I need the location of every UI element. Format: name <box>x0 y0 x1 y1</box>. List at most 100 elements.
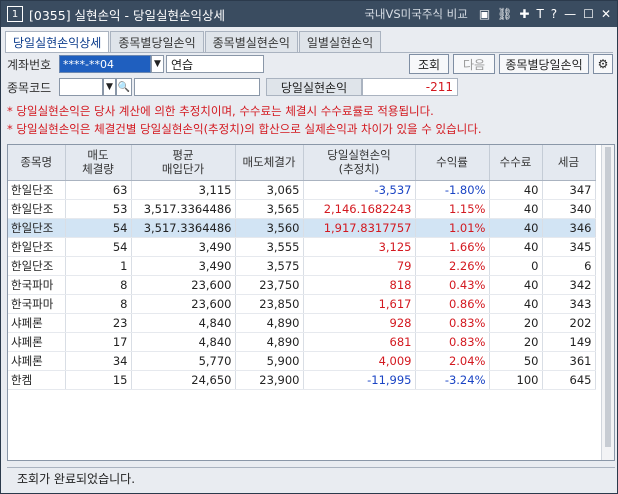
table-row[interactable]: 한일단조 53 3,517.3364486 3,565 2,146.1682243 1.1… <box>8 199 596 219</box>
column-header-avg-price[interactable]: 평균 매입단가 <box>131 145 236 181</box>
cell-avg: 24,650 <box>131 370 236 390</box>
cell-pnl: 3,125 <box>303 237 416 257</box>
cell-sell: 3,575 <box>235 256 304 276</box>
cell-rate: 0.86% <box>415 294 490 314</box>
cell-sell: 23,750 <box>235 275 304 295</box>
tab-daily-by-stock[interactable]: 종목별당일손익 <box>110 31 204 52</box>
cell-tax: 149 <box>542 332 596 352</box>
tab-daily-realized[interactable]: 일별실현손익 <box>298 31 382 52</box>
cell-fee: 40 <box>489 218 543 238</box>
table-row[interactable]: 한일단조 63 3,115 3,065 -3,537 -1.80% 40 347 <box>8 180 596 200</box>
cell-tax: 342 <box>542 275 596 295</box>
cell-sell: 5,900 <box>235 351 304 371</box>
notice-text: * 당일실현손익은 당사 계산에 의한 추정치이며, 수수료는 체결시 수수료률… <box>7 102 481 138</box>
table-header-row: 종목명 매도 체결량 평균 매입단가 매도체결가 당일실현손익 (추정치) 수익률 수… <box>8 145 596 181</box>
next-button[interactable]: 다음 <box>453 54 495 74</box>
column-header-tax[interactable]: 세금 <box>542 145 596 181</box>
help-icon[interactable]: ? <box>551 8 557 20</box>
cell-tax: 6 <box>542 256 596 276</box>
cell-rate: 0.43% <box>415 275 490 295</box>
cell-fee: 0 <box>489 256 543 276</box>
table-row[interactable]: 한일단조 54 3,490 3,555 3,125 1.66% 40 345 <box>8 237 596 257</box>
cell-pnl: 4,009 <box>303 351 416 371</box>
cell-tax: 202 <box>542 313 596 333</box>
monitor-icon[interactable]: ▣ <box>479 8 490 20</box>
cell-rate: 0.83% <box>415 313 490 333</box>
query-button[interactable]: 조회 <box>409 54 449 74</box>
stock-code-input[interactable] <box>59 78 103 96</box>
cell-name: 한일단조 <box>8 218 66 238</box>
screen-number-badge: 1 <box>7 6 23 22</box>
cell-fee: 100 <box>489 370 543 390</box>
tab-realized-detail[interactable]: 당일실현손익상세 <box>5 31 110 52</box>
table-row[interactable]: 샤페론 17 4,840 4,890 681 0.83% 20 149 <box>8 332 596 352</box>
account-name-field: 연습 <box>166 55 264 73</box>
cell-qty: 15 <box>65 370 132 390</box>
cell-tax: 347 <box>542 180 596 200</box>
daily-pnl-value: -211 <box>362 78 458 96</box>
cell-rate: -1.80% <box>415 180 490 200</box>
column-header-rate[interactable]: 수익률 <box>415 145 490 181</box>
account-row: 계좌번호 ****-**04 ▼ 연습 <box>7 54 264 74</box>
cell-pnl: 2,146.1682243 <box>303 199 416 219</box>
vertical-scrollbar[interactable] <box>601 145 614 460</box>
titlebar-controls: 국내VS미국주식 비교 ▣ ⛓ ✚ T ? — ☐ ✕ <box>364 6 611 22</box>
cell-fee: 40 <box>489 294 543 314</box>
cell-sell: 4,890 <box>235 313 304 333</box>
compare-link[interactable]: 국내VS미국주식 비교 <box>364 6 467 22</box>
cell-name: 샤페론 <box>8 313 66 333</box>
column-header-sell-price[interactable]: 매도체결가 <box>235 145 304 181</box>
cell-qty: 53 <box>65 199 132 219</box>
close-icon[interactable]: ✕ <box>601 8 611 20</box>
tab-realized-by-stock[interactable]: 종목별실현손익 <box>204 31 298 52</box>
by-stock-button[interactable]: 종목별당일손익 <box>499 54 589 74</box>
column-header-name[interactable]: 종목명 <box>8 145 66 181</box>
minimize-icon[interactable]: — <box>564 8 576 20</box>
maximize-icon[interactable]: ☐ <box>583 8 594 20</box>
chevron-down-icon[interactable]: ▼ <box>151 55 164 73</box>
cell-sell: 4,890 <box>235 332 304 352</box>
search-icon[interactable]: 🔍 <box>116 78 132 96</box>
cell-tax: 345 <box>542 237 596 257</box>
table-row[interactable]: 한국파마 8 23,600 23,750 818 0.43% 40 342 <box>8 275 596 295</box>
cell-qty: 34 <box>65 351 132 371</box>
chevron-down-icon[interactable]: ▼ <box>103 78 116 96</box>
status-message: 조회가 완료되었습니다. <box>17 472 136 486</box>
cell-rate: 1.01% <box>415 218 490 238</box>
cell-sell: 23,850 <box>235 294 304 314</box>
code-row: 종목코드 ▼ 🔍 당일실현손익 -211 <box>7 77 458 97</box>
notice-line: * 당일실현손익은 당사 계산에 의한 추정치이며, 수수료는 체결시 수수료률… <box>7 104 434 118</box>
cell-pnl: -3,537 <box>303 180 416 200</box>
link-icon[interactable]: ⛓ <box>497 8 512 20</box>
gear-icon[interactable]: ⚙ <box>593 54 613 74</box>
cell-tax: 361 <box>542 351 596 371</box>
cell-name: 한일단조 <box>8 256 66 276</box>
cell-avg: 3,517.3364486 <box>131 218 236 238</box>
table-row[interactable]: 한일단조 1 3,490 3,575 79 2.26% 0 6 <box>8 256 596 276</box>
notice-line: * 당일실현손익은 체결건별 당일실현손익(추정치)의 합산으로 실제손익과 차… <box>7 122 482 136</box>
account-number-input[interactable]: ****-**04 <box>59 55 151 73</box>
cell-sell: 3,065 <box>235 180 304 200</box>
table-row[interactable]: 샤페론 34 5,770 5,900 4,009 2.04% 50 361 <box>8 351 596 371</box>
account-label: 계좌번호 <box>7 57 52 72</box>
cell-avg: 4,840 <box>131 332 236 352</box>
cell-rate: 2.26% <box>415 256 490 276</box>
cell-tax: 343 <box>542 294 596 314</box>
table-row[interactable]: 샤페론 23 4,840 4,890 928 0.83% 20 202 <box>8 313 596 333</box>
table-row[interactable]: 한일단조 54 3,517.3364486 3,560 1,917.8317757 1.0… <box>8 218 596 238</box>
cell-sell: 3,555 <box>235 237 304 257</box>
column-header-qty[interactable]: 매도 체결량 <box>65 145 132 181</box>
font-icon[interactable]: T <box>536 8 543 20</box>
table-row[interactable]: 한국파마 8 23,600 23,850 1,617 0.86% 40 343 <box>8 294 596 314</box>
table-row[interactable]: 한켐 15 24,650 23,900 -11,995 -3.24% 100 645 <box>8 370 596 390</box>
cell-sell: 3,565 <box>235 199 304 219</box>
cell-fee: 40 <box>489 180 543 200</box>
cell-pnl: 681 <box>303 332 416 352</box>
column-header-fee[interactable]: 수수료 <box>489 145 543 181</box>
scrollbar-thumb[interactable] <box>605 147 611 447</box>
cell-name: 한일단조 <box>8 237 66 257</box>
column-header-pnl[interactable]: 당일실현손익 (추정치) <box>303 145 416 181</box>
pin-icon[interactable]: ✚ <box>519 8 529 20</box>
cell-pnl: 1,917.8317757 <box>303 218 416 238</box>
cell-pnl: -11,995 <box>303 370 416 390</box>
